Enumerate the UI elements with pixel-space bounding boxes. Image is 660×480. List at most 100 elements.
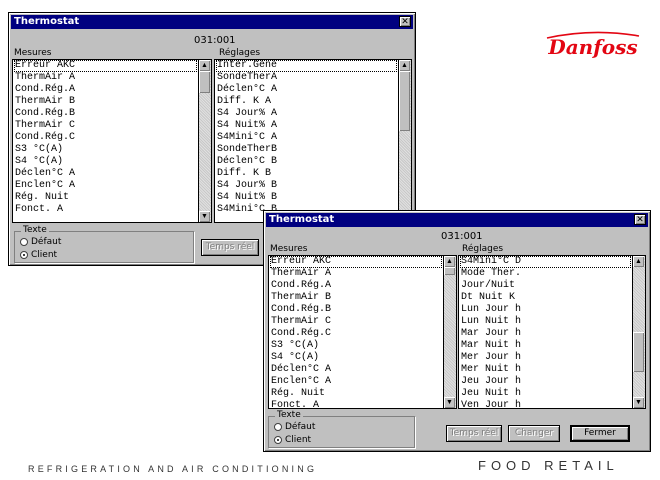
list-item[interactable]: ThermAir C (270, 316, 442, 328)
radio-client[interactable]: Client (20, 250, 57, 260)
list-item[interactable]: Mode Ther. (460, 268, 631, 280)
scroll-thumb[interactable] (399, 71, 410, 131)
list-item[interactable]: S4 Nuit% B (216, 192, 397, 204)
list-item[interactable]: Cond.Rég.C (14, 132, 197, 144)
list-item[interactable]: Cond.Rég.C (270, 328, 442, 340)
scroll-up-icon[interactable]: ▲ (633, 256, 644, 267)
list-item[interactable]: ThermAir B (270, 292, 442, 304)
list-item[interactable]: Cond.Rég.A (270, 280, 442, 292)
list-item[interactable]: Ven Jour h (460, 400, 631, 408)
list-item[interactable]: Rég. Nuit (14, 192, 197, 204)
list-item[interactable]: Inter.Géné (216, 60, 397, 72)
list-item[interactable]: Mer Nuit h (460, 364, 631, 376)
temps-reel-button[interactable]: Temps réel (201, 239, 259, 256)
list-item[interactable]: S4Mini°C D (460, 256, 631, 268)
reglages-scrollbar[interactable]: ▲ ▼ (632, 256, 645, 408)
window-titlebar[interactable]: Thermostat ✕ (11, 15, 413, 29)
list-item[interactable]: Diff. K A (216, 96, 397, 108)
list-item[interactable]: Fonct. A (14, 204, 197, 216)
reglages-scrollbar[interactable]: ▲ ▼ (398, 60, 411, 222)
scroll-thumb[interactable] (444, 267, 455, 275)
list-item[interactable]: ThermAir C (14, 120, 197, 132)
fermer-button[interactable]: Fermer (570, 425, 630, 442)
scroll-up-icon[interactable]: ▲ (399, 60, 410, 71)
list-item[interactable]: Diff. K B (216, 168, 397, 180)
list-item[interactable]: S4Mini°C A (216, 132, 397, 144)
list-item[interactable]: S3 °C(A) (270, 340, 442, 352)
close-icon[interactable]: ✕ (399, 16, 411, 27)
logo-text: Danfoss (547, 35, 637, 59)
radio-defaut-label: Défaut (285, 422, 316, 432)
window-title: Thermostat (14, 16, 80, 27)
list-item[interactable]: Lun Jour h (460, 304, 631, 316)
radio-icon[interactable] (274, 422, 282, 431)
temps-reel-button[interactable]: Temps réel (446, 425, 502, 442)
mesures-list[interactable]: Erreur AKC ThermAir A Cond.Rég.A ThermAir B… (12, 59, 212, 223)
scroll-down-icon[interactable]: ▼ (444, 397, 455, 408)
window-titlebar[interactable]: Thermostat ✕ (266, 213, 648, 227)
list-item[interactable]: S4 °C(A) (14, 156, 197, 168)
radio-selected-icon[interactable] (20, 250, 28, 259)
list-item[interactable]: Fonct. A (270, 400, 442, 408)
footer-tagline: REFRIGERATION AND AIR CONDITIONING (28, 464, 318, 474)
list-item[interactable]: Déclen°C A (216, 84, 397, 96)
list-item[interactable]: Erreur AKC (270, 256, 442, 268)
radio-defaut-label: Défaut (31, 237, 62, 247)
texte-group-label: Texte (275, 410, 303, 420)
list-item[interactable]: S4 °C(A) (270, 352, 442, 364)
list-item[interactable]: Déclen°C A (270, 364, 442, 376)
reglages-label: Réglages (219, 48, 261, 58)
scroll-thumb[interactable] (199, 71, 210, 93)
list-item[interactable]: Cond.Rég.B (270, 304, 442, 316)
radio-selected-icon[interactable] (274, 435, 282, 444)
scroll-down-icon[interactable]: ▼ (199, 211, 210, 222)
list-item[interactable]: Rég. Nuit (270, 388, 442, 400)
list-item[interactable]: ThermAir A (270, 268, 442, 280)
texte-group: Texte Défaut Client (268, 410, 415, 448)
reglages-list[interactable]: Inter.Géné SondeTherA Déclen°C A Diff. K AS… (214, 59, 412, 223)
radio-icon[interactable] (20, 237, 28, 246)
list-item[interactable]: Jeu Nuit h (460, 388, 631, 400)
list-item[interactable]: Enclen°C A (14, 180, 197, 192)
list-item[interactable]: SondeTherB (216, 144, 397, 156)
scroll-up-icon[interactable]: ▲ (444, 256, 455, 267)
list-item[interactable]: Jeu Jour h (460, 376, 631, 388)
reglages-label: Réglages (462, 244, 504, 254)
list-item[interactable]: S4 Jour% A (216, 108, 397, 120)
list-item[interactable]: Cond.Rég.A (14, 84, 197, 96)
list-item[interactable]: Erreur AKC (14, 60, 197, 72)
list-item[interactable]: S3 °C(A) (14, 144, 197, 156)
scroll-down-icon[interactable]: ▼ (633, 397, 644, 408)
list-item[interactable]: Mar Jour h (460, 328, 631, 340)
list-item[interactable]: Cond.Rég.B (14, 108, 197, 120)
radio-client[interactable]: Client (274, 435, 311, 445)
radio-client-label: Client (285, 435, 312, 445)
list-item[interactable]: ThermAir B (14, 96, 197, 108)
list-item[interactable]: Jour/Nuit (460, 280, 631, 292)
mesures-list[interactable]: Erreur AKC ThermAir A Cond.Rég.A ThermAir B… (268, 255, 457, 409)
mesures-scrollbar[interactable]: ▲ ▼ (198, 60, 211, 222)
close-icon[interactable]: ✕ (634, 214, 646, 225)
changer-button[interactable]: Changer (508, 425, 560, 442)
radio-defaut[interactable]: Défaut (274, 422, 315, 432)
list-item[interactable]: Déclen°C A (14, 168, 197, 180)
list-item[interactable]: ThermAir A (14, 72, 197, 84)
footer-division: FOOD RETAIL (478, 458, 619, 473)
scroll-up-icon[interactable]: ▲ (199, 60, 210, 71)
radio-defaut[interactable]: Défaut (20, 237, 61, 247)
mesures-label: Mesures (270, 244, 308, 254)
scroll-thumb[interactable] (633, 332, 644, 372)
mesures-scrollbar[interactable]: ▲ ▼ (443, 256, 456, 408)
list-item[interactable]: Déclen°C B (216, 156, 397, 168)
list-item[interactable]: S4 Nuit% A (216, 120, 397, 132)
list-item[interactable]: SondeTherA (216, 72, 397, 84)
texte-group-label: Texte (21, 225, 49, 235)
list-item[interactable]: Mar Nuit h (460, 340, 631, 352)
danfoss-logo: Danfoss (546, 31, 640, 59)
list-item[interactable]: Lun Nuit h (460, 316, 631, 328)
list-item[interactable]: Enclen°C A (270, 376, 442, 388)
list-item[interactable]: Dt Nuit K (460, 292, 631, 304)
list-item[interactable]: Mer Jour h (460, 352, 631, 364)
list-item[interactable]: S4 Jour% B (216, 180, 397, 192)
reglages-list[interactable]: S4Mini°C D Mode Ther. Jour/Nuit Dt Nuit K Lu… (458, 255, 646, 409)
